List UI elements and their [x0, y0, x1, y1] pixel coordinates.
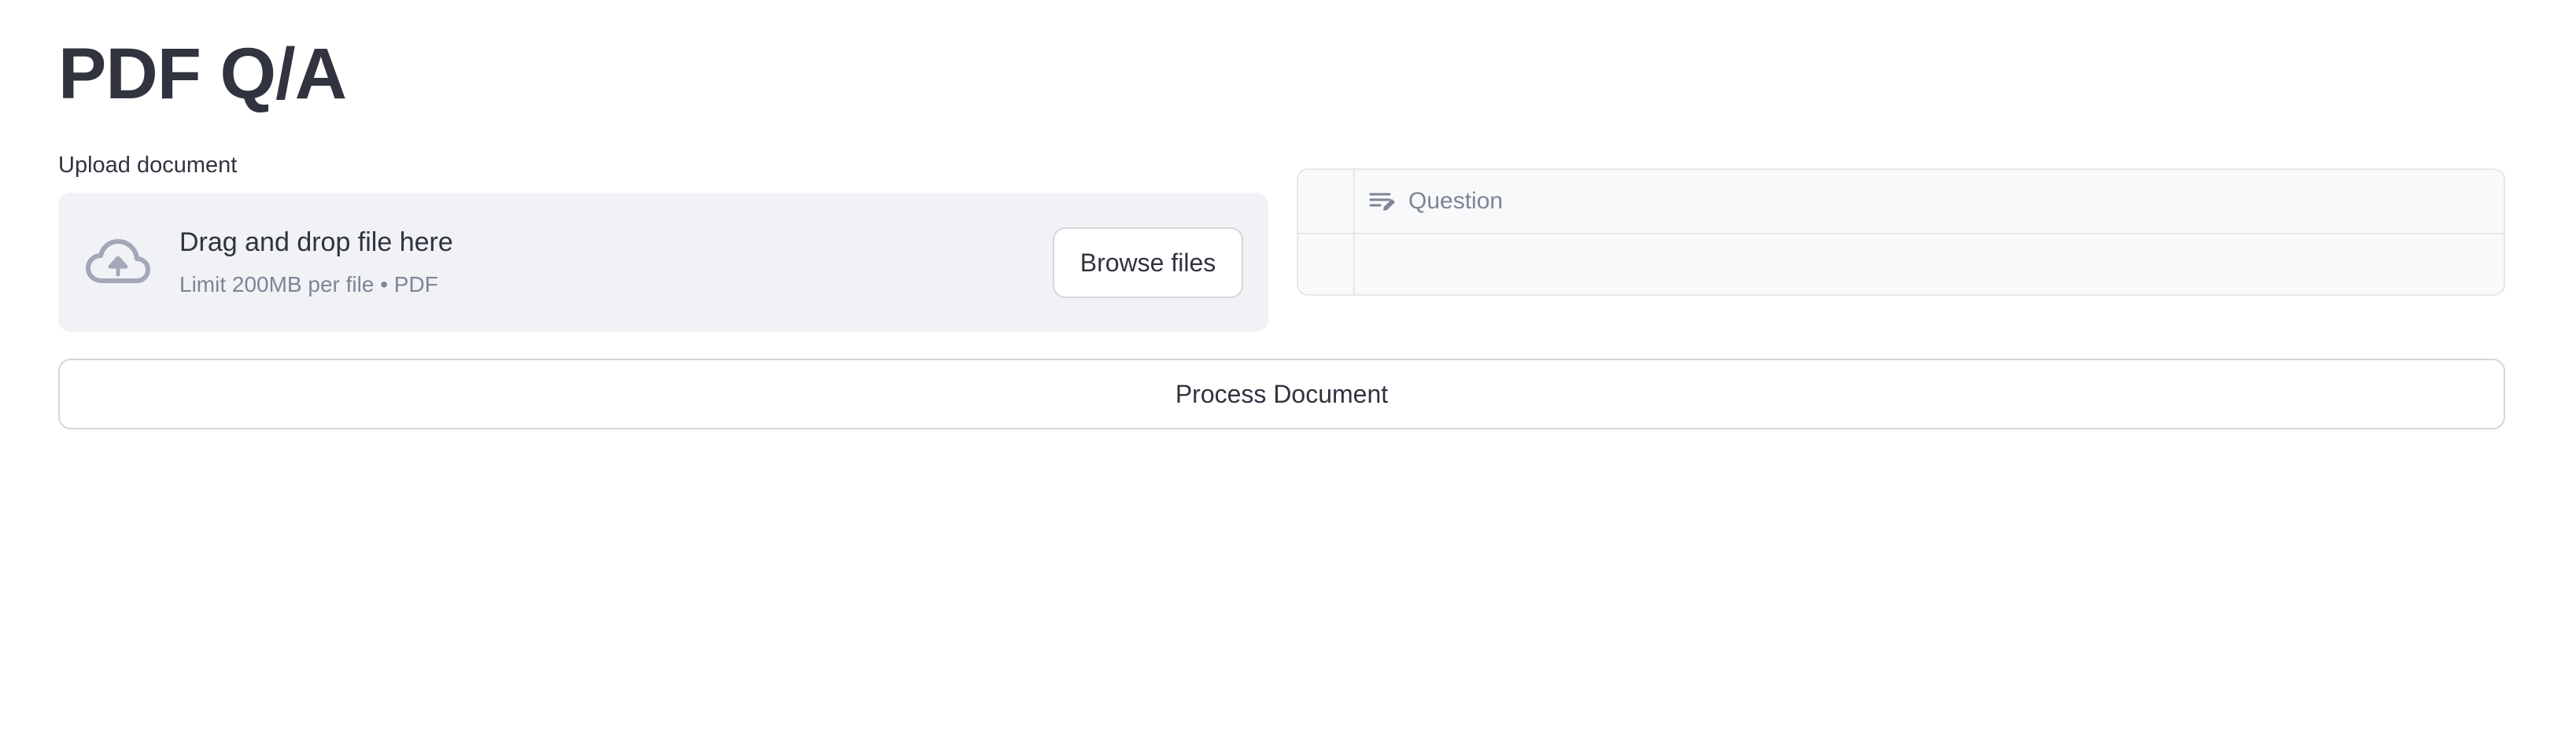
question-cell[interactable]: [1355, 233, 2504, 294]
process-document-button[interactable]: Process Document: [58, 359, 2505, 429]
column-header-question[interactable]: Question: [1355, 170, 2504, 233]
row-index-cell[interactable]: [1298, 233, 1355, 294]
question-table[interactable]: Question: [1297, 168, 2505, 296]
drop-instruction: Drag and drop file here: [179, 227, 453, 257]
file-limit-text: Limit 200MB per file • PDF: [179, 272, 438, 297]
upload-label: Upload document: [58, 153, 238, 178]
cloud-upload-icon: [86, 239, 150, 283]
row-index-header: [1298, 170, 1355, 233]
table-row: [1298, 233, 2504, 294]
browse-files-button[interactable]: Browse files: [1053, 227, 1243, 298]
table-header-row: Question: [1298, 170, 2504, 234]
file-dropzone[interactable]: Drag and drop file here Limit 200MB per …: [58, 193, 1268, 332]
page-title: PDF Q/A: [58, 34, 347, 114]
text-edit-icon: [1369, 193, 1395, 211]
column-label-question: Question: [1408, 188, 1504, 214]
